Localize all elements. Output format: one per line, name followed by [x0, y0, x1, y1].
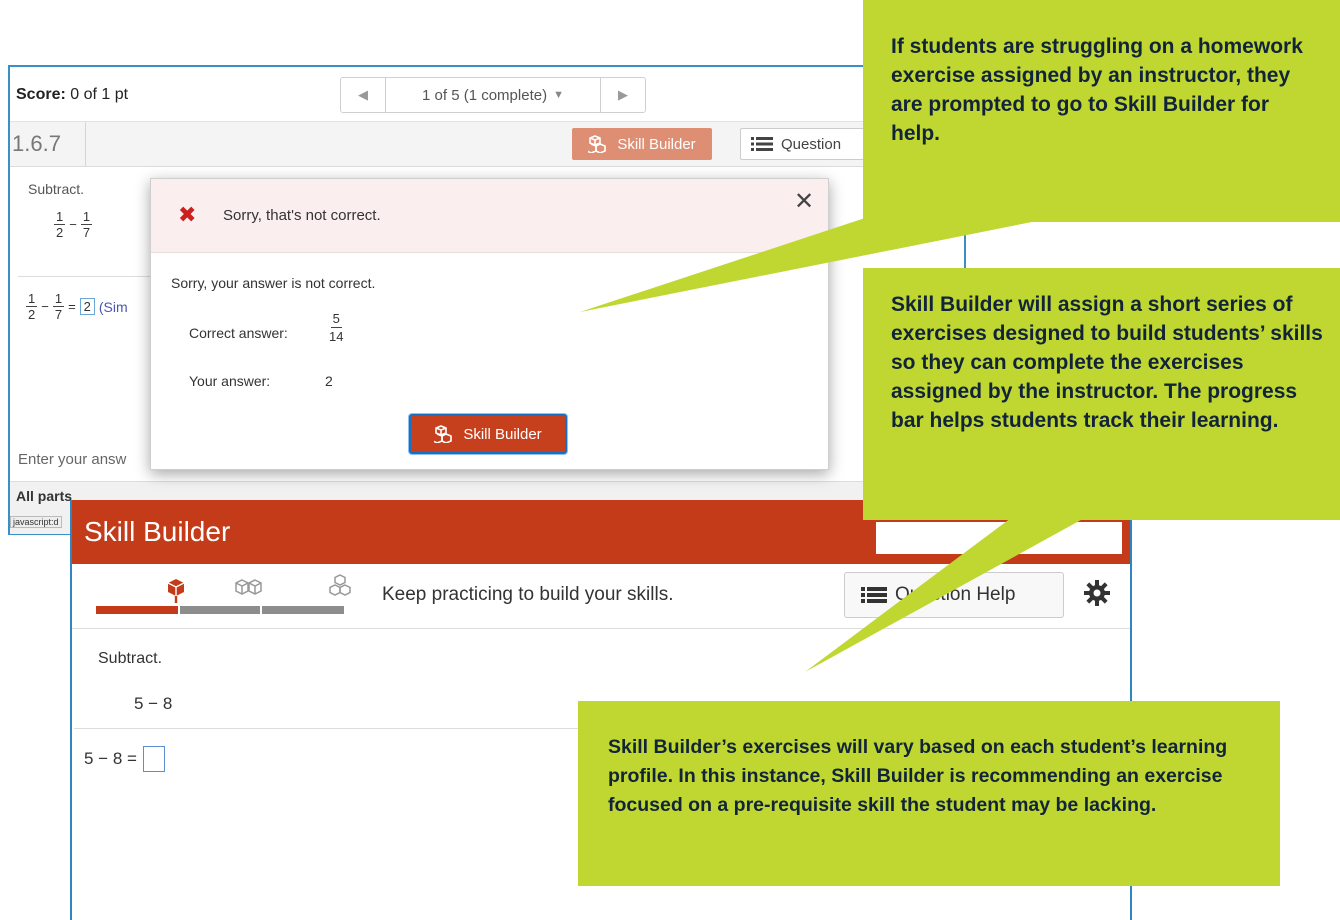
callout-box: Skill Builder will assign a short series… [863, 268, 1340, 520]
callout-box: Skill Builder’s exercises will vary base… [578, 701, 1280, 886]
callout-box: If students are struggling on a homework… [863, 0, 1340, 222]
callout-pointer [805, 500, 1090, 672]
